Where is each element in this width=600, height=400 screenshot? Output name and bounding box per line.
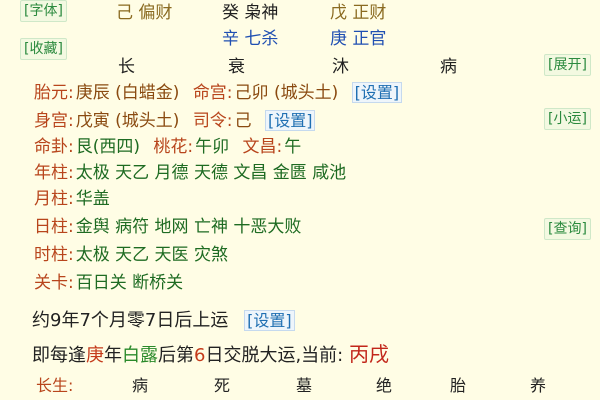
- shizhu-value: 太极 天乙 天医 灾煞: [75, 245, 228, 265]
- guanka-value: 百日关 断桥关: [75, 273, 184, 293]
- top-gan-zhong-2: 庚 正官: [330, 28, 386, 50]
- phase-item: 养: [530, 376, 547, 395]
- phase-item: 胎: [450, 376, 467, 395]
- phase-item: 病: [440, 57, 457, 77]
- yuezhu-value: 华盖: [75, 189, 110, 209]
- phase-item: 衰: [228, 57, 245, 77]
- phase-item: 墓: [296, 376, 313, 395]
- god-label: 七杀: [244, 29, 279, 49]
- minggong-value: 己卯 (城头土): [234, 83, 339, 103]
- guanka-label: 关卡:: [34, 273, 74, 293]
- jiaoyun-text: 年: [104, 345, 122, 366]
- wenchang-value: 午: [284, 137, 302, 157]
- minggua-row: 命卦: 艮(西四) 桃花: 午卯 文昌: 午: [34, 134, 301, 160]
- nianzhu-value: 太极 天乙 月德 天德 文昌 金匮 咸池: [75, 163, 347, 183]
- shizhu-row: 时柱: 太极 天乙 天医 灾煞: [34, 242, 228, 268]
- wenchang-label: 文昌:: [242, 137, 283, 157]
- top-gan-yuan-3: 戊 正财: [330, 2, 386, 24]
- rizhu-row: 日柱: 金舆 病符 地网 亡神 十恶大败: [34, 214, 301, 240]
- top-gan-zhong-1: 辛 七杀: [222, 28, 278, 50]
- gan-char: 庚: [330, 29, 347, 49]
- expand-button[interactable]: [展开]: [544, 54, 591, 76]
- phase-item: 绝: [376, 376, 393, 395]
- nianzhu-label: 年柱:: [34, 163, 74, 183]
- jiaoyun-text: 即每逢: [32, 345, 86, 366]
- god-label: 正财: [352, 3, 387, 23]
- guanka-row: 关卡: 百日关 断桥关: [34, 270, 183, 296]
- shangyun-line: 约9年7个月零7日后上运 [设置]: [32, 306, 295, 332]
- yuezhu-label: 月柱:: [34, 189, 74, 209]
- shengong-row: 身宫: 戊寅 (城头土) 司令: 己 [设置]: [34, 108, 316, 134]
- rizhu-value: 金舆 病符 地网 亡神 十恶大败: [75, 217, 302, 237]
- nianzhu-row: 年柱: 太极 天乙 月德 天德 文昌 金匮 咸池: [34, 160, 346, 186]
- jiaoyun-line: 即每逢庚年白露后第6日交脱大运,当前: 丙戌: [32, 338, 389, 367]
- top-gan-yuan-2: 癸 枭神: [222, 2, 278, 24]
- yuezhu-row: 月柱: 华盖: [34, 186, 110, 212]
- jiaoyun-gan: 庚: [86, 345, 104, 366]
- taiyuan-row: 胎元: 庚辰 (白蜡金) 命宫: 己卯 (城头土) [设置]: [34, 80, 403, 106]
- jiaoyun-day: 6: [194, 345, 206, 366]
- siling-value: 己: [234, 111, 252, 131]
- gan-char: 癸: [222, 3, 239, 23]
- phase-item: 死: [214, 376, 231, 395]
- god-label: 正官: [352, 29, 387, 49]
- taohua-value: 午卯: [195, 137, 230, 157]
- siling-label: 司令:: [192, 111, 233, 131]
- shangyun-set-button[interactable]: [设置]: [244, 310, 295, 331]
- xiaoyun-button[interactable]: [小运]: [544, 108, 591, 130]
- gan-char: 辛: [222, 29, 239, 49]
- minggong-set-button[interactable]: [设置]: [351, 82, 403, 103]
- phase-item: 病: [132, 376, 149, 395]
- font-button[interactable]: [字体]: [20, 0, 67, 22]
- taohua-label: 桃花:: [153, 137, 194, 157]
- changsheng-label: 长生:: [36, 376, 74, 395]
- phase-item: 长: [118, 57, 135, 77]
- shengong-value: 戊寅 (城头土): [75, 111, 180, 131]
- shizhu-label: 时柱:: [34, 245, 74, 265]
- query-button[interactable]: [查询]: [544, 218, 591, 240]
- jiaoyun-jieqi: 白露: [122, 345, 158, 366]
- rizhu-label: 日柱:: [34, 217, 74, 237]
- phase-item: 沐: [332, 57, 349, 77]
- shangyun-text: 约9年7个月零7日后上运: [32, 310, 229, 331]
- gan-char: 戊: [330, 3, 347, 23]
- shengong-label: 身宫:: [34, 111, 74, 131]
- minggong-label: 命宫:: [192, 83, 233, 103]
- god-label: 偏财: [138, 3, 173, 23]
- siling-set-button[interactable]: [设置]: [264, 110, 316, 131]
- top-gan-yuan-1: 己 偏财: [116, 2, 172, 24]
- taiyuan-value: 庚辰 (白蜡金): [75, 83, 180, 103]
- jiaoyun-text: 后第: [158, 345, 194, 366]
- minggua-value: 艮(西四): [75, 137, 140, 157]
- jiaoyun-text: 日交脱大运,当前:: [205, 345, 349, 366]
- current-dayun: 丙戌: [348, 342, 389, 366]
- collect-button[interactable]: [收藏]: [20, 38, 67, 60]
- minggua-label: 命卦:: [34, 137, 74, 157]
- gan-char: 己: [116, 3, 133, 23]
- god-label: 枭神: [244, 3, 279, 23]
- taiyuan-label: 胎元:: [34, 83, 74, 103]
